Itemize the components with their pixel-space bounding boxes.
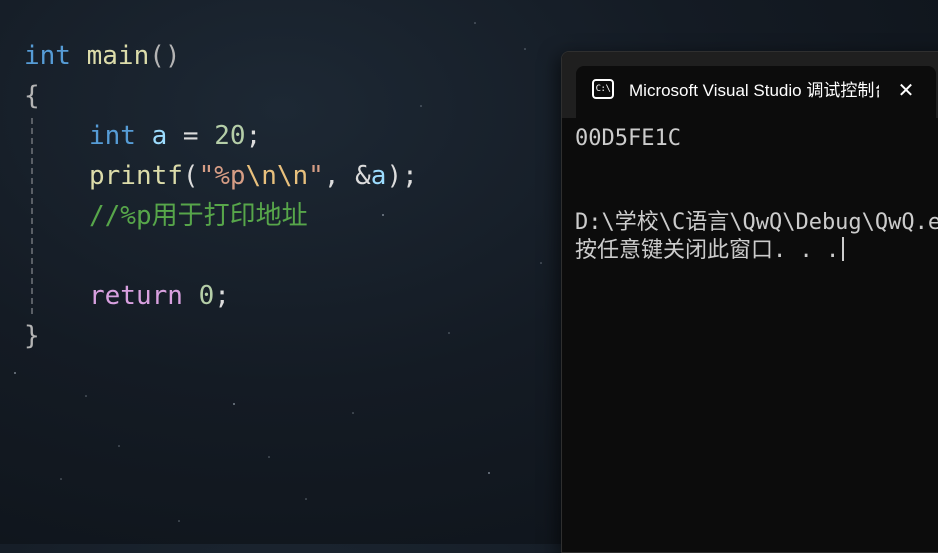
escape-sequences: \n\n: [245, 161, 309, 191]
console-prompt-line: 按任意键关闭此窗口. . .: [575, 236, 845, 266]
format-string-end: ": [308, 161, 324, 191]
function-name-main: main: [86, 41, 150, 71]
semicolon: ;: [214, 281, 230, 311]
code-line-comment: //%p用于打印地址: [89, 201, 308, 231]
close-icon[interactable]: ✕: [894, 78, 918, 102]
variable-a: a: [151, 121, 168, 151]
console-prompt: 按任意键关闭此窗口. . .: [575, 238, 840, 263]
function-name-printf: printf: [89, 161, 183, 191]
comma: ,: [323, 161, 356, 191]
variable-a: a: [370, 161, 387, 191]
debug-console-window[interactable]: C:\ Microsoft Visual Studio 调试控制台 ✕ 00D5…: [561, 51, 938, 553]
code-editor[interactable]: int main() { int a = 20; printf("%p\n\n"…: [0, 0, 560, 544]
text-cursor: [842, 237, 845, 261]
keyword-int: int: [24, 41, 71, 71]
code-line-close-brace: }: [24, 316, 40, 356]
console-tab-title: Microsoft Visual Studio 调试控制台: [629, 81, 879, 100]
console-tab[interactable]: C:\ Microsoft Visual Studio 调试控制台 ✕: [576, 66, 936, 118]
assign-operator: =: [167, 121, 215, 151]
address-operator: &: [355, 161, 371, 191]
open-brace: {: [24, 81, 40, 111]
close-paren-semicolon: );: [386, 161, 418, 191]
format-string-start: "%p: [198, 161, 246, 191]
code-line-printf: printf("%p\n\n", &a);: [89, 156, 418, 196]
close-brace: }: [24, 321, 40, 351]
console-titlebar[interactable]: C:\ Microsoft Visual Studio 调试控制台 ✕: [562, 52, 938, 118]
parentheses: (): [149, 41, 181, 71]
semicolon: ;: [245, 121, 262, 151]
code-line-declaration: int a = 20;: [89, 116, 261, 156]
number-literal: 20: [214, 121, 246, 151]
terminal-icon: C:\: [592, 79, 614, 99]
console-output-address: 00D5FE1C: [575, 126, 681, 151]
keyword-return: return: [89, 281, 183, 311]
code-line-return: return 0;: [89, 276, 230, 316]
code-line-main-signature: int main(): [24, 36, 181, 76]
indent-guide: [31, 118, 33, 314]
code-line-open-brace: {: [24, 76, 40, 116]
keyword-int: int: [89, 121, 136, 151]
open-paren: (: [182, 161, 199, 191]
console-output-path: D:\学校\C语言\QwQ\Debug\QwQ.exe: [575, 210, 938, 235]
number-literal: 0: [198, 281, 215, 311]
